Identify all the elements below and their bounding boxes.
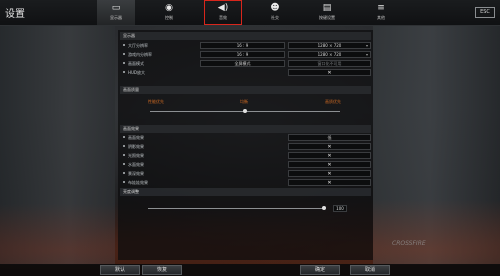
bullet	[123, 44, 125, 46]
setting-row: 大厅分辨率 16 : 9 1280 × 720 ▾	[120, 42, 371, 49]
chevron-down-icon: ▾	[365, 52, 368, 57]
setting-row: 阴影效果 ✕	[120, 143, 371, 150]
confirm-button[interactable]: 确定	[300, 265, 340, 275]
setting-row: HUD放大 ✕	[120, 69, 371, 76]
bullet	[123, 71, 125, 73]
default-button[interactable]: 默认	[100, 265, 140, 275]
windowed-option[interactable]: 窗口化不可用	[288, 60, 371, 67]
bullet	[123, 145, 125, 147]
tab-sound[interactable]: ◀) 音效	[204, 0, 242, 25]
brightness-value: 100	[333, 205, 347, 212]
keyboard-icon: ▤	[322, 3, 332, 13]
setting-row: 画面效果 低	[120, 134, 371, 141]
game-resolution-select[interactable]: 1280 × 720 ▾	[288, 51, 371, 58]
bullet	[123, 154, 125, 156]
quality-section-header: 画面质量	[120, 86, 371, 94]
people-icon: ☻	[270, 3, 280, 13]
tab-other[interactable]: ≡ 其他	[362, 0, 400, 25]
quality-mark-quality: 画质优先	[325, 99, 341, 104]
bullet	[123, 136, 125, 138]
tab-control[interactable]: ◉ 控制	[150, 0, 188, 25]
lobby-ratio-select[interactable]: 16 : 9	[200, 42, 285, 49]
bullet	[123, 62, 125, 64]
setting-row: 布娃娃效果 ✕	[120, 179, 371, 186]
window-title: 设置	[5, 9, 25, 20]
brightness-section-header: 亮度调整	[120, 188, 371, 196]
shadow-checkbox[interactable]: ✕	[288, 143, 371, 150]
gamepad-icon: ◉	[165, 3, 173, 13]
quality-mark-balanced: 均衡	[240, 99, 248, 104]
game-logo-watermark: CROSSFIRE	[392, 240, 426, 247]
tab-keys[interactable]: ▤ 按键设置	[308, 0, 346, 25]
chevron-down-icon: ▾	[365, 43, 368, 48]
display-section-header: 显示器	[120, 32, 371, 40]
dof-checkbox[interactable]: ✕	[288, 170, 371, 177]
monitor-icon: ▭	[111, 3, 121, 13]
bullet	[123, 172, 125, 174]
setting-row: 画面模式 全屏模式 窗口化不可用	[120, 60, 371, 67]
tab-social[interactable]: ☻ 社交	[256, 0, 294, 25]
hud-scale-checkbox[interactable]: ✕	[288, 69, 371, 76]
water-checkbox[interactable]: ✕	[288, 161, 371, 168]
quality-mark-performance: 性能优先	[148, 99, 164, 104]
bullet	[123, 163, 125, 165]
close-button[interactable]: ESC	[475, 7, 495, 18]
setting-row: 游戏内分辨率 16 : 9 1280 × 720 ▾	[120, 51, 371, 58]
quality-slider-knob[interactable]	[243, 109, 247, 113]
speaker-icon: ◀)	[217, 3, 229, 13]
setting-row: 景深效果 ✕	[120, 170, 371, 177]
bottom-bar	[0, 264, 500, 276]
bullet	[123, 53, 125, 55]
ragdoll-checkbox[interactable]: ✕	[288, 179, 371, 186]
tab-display[interactable]: ▭ 显示器	[97, 0, 135, 25]
brightness-slider-track[interactable]	[148, 208, 324, 209]
setting-row: 光照效果 ✕	[120, 152, 371, 159]
cancel-button[interactable]: 取消	[350, 265, 390, 275]
game-ratio-select[interactable]: 16 : 9	[200, 51, 285, 58]
reset-button[interactable]: 恢复	[142, 265, 182, 275]
screen-mode-select[interactable]: 全屏模式	[200, 60, 285, 67]
brightness-slider-knob[interactable]	[322, 206, 326, 210]
bullet	[123, 181, 125, 183]
top-tab-bar: 设置 ▭ 显示器 ◉ 控制 ◀) 音效 ☻ 社交 ▤ 按键设置 ≡ 其他 ESC	[0, 0, 500, 26]
setting-row: 水面效果 ✕	[120, 161, 371, 168]
effects-section-header: 画面效果	[120, 125, 371, 133]
effects-level-select[interactable]: 低	[288, 134, 371, 141]
list-icon: ≡	[377, 3, 385, 13]
lighting-checkbox[interactable]: ✕	[288, 152, 371, 159]
lobby-resolution-select[interactable]: 1280 × 720 ▾	[288, 42, 371, 49]
